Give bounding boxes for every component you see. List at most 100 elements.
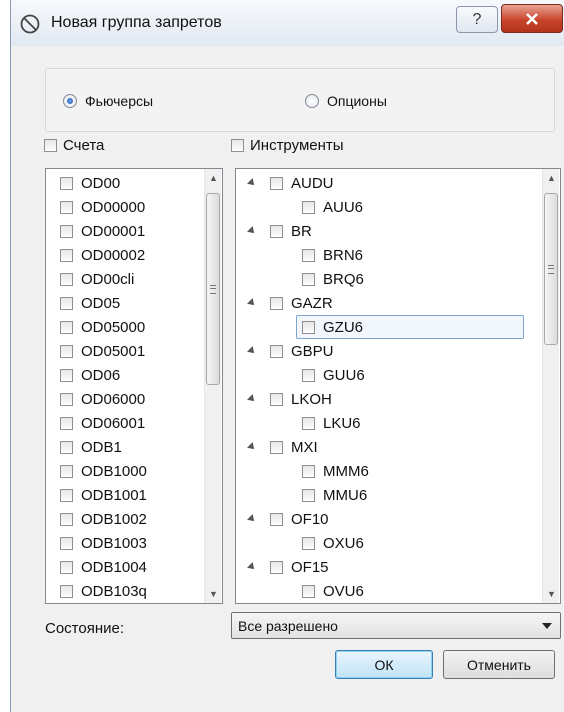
- accounts-select-all[interactable]: Счета: [44, 137, 104, 154]
- tree-child-item[interactable]: AUU6: [302, 195, 363, 219]
- tree-node-checkbox[interactable]: [270, 224, 283, 238]
- accounts-scrollbar[interactable]: ▲ ▼: [204, 169, 221, 603]
- state-dropdown[interactable]: Все разрешено: [231, 612, 561, 639]
- account-item-checkbox[interactable]: [60, 416, 73, 430]
- cancel-button[interactable]: Отменить: [443, 650, 555, 679]
- tree-node-checkbox[interactable]: [270, 392, 283, 406]
- tree-node[interactable]: BR: [247, 219, 312, 243]
- account-item-checkbox[interactable]: [60, 536, 73, 550]
- account-item[interactable]: OD00000: [60, 195, 145, 219]
- ok-button[interactable]: ОК: [335, 650, 433, 679]
- tree-child-checkbox[interactable]: [302, 320, 315, 334]
- tree-node[interactable]: OF15: [247, 555, 329, 579]
- help-button[interactable]: ?: [456, 6, 498, 33]
- tree-child-checkbox[interactable]: [302, 488, 315, 502]
- tree-child-item[interactable]: MMU6: [302, 483, 367, 507]
- tree-child-checkbox[interactable]: [302, 248, 315, 262]
- tree-node-checkbox[interactable]: [270, 560, 283, 574]
- account-item[interactable]: ODB1001: [60, 483, 147, 507]
- account-item-checkbox[interactable]: [60, 464, 73, 478]
- account-item-checkbox[interactable]: [60, 392, 73, 406]
- tree-child-checkbox[interactable]: [302, 368, 315, 382]
- account-item[interactable]: OD06000: [60, 387, 145, 411]
- account-item[interactable]: OD00: [60, 171, 120, 195]
- expand-arrow-icon[interactable]: [247, 514, 257, 524]
- account-item[interactable]: OD05000: [60, 315, 145, 339]
- accounts-scroll-down[interactable]: ▼: [205, 585, 222, 602]
- accounts-scroll-thumb[interactable]: [206, 193, 220, 385]
- tree-child-item[interactable]: LKU6: [302, 411, 361, 435]
- instruments-scroll-down[interactable]: ▼: [543, 585, 560, 602]
- account-item[interactable]: ODB1002: [60, 507, 147, 531]
- account-item-checkbox[interactable]: [60, 320, 73, 334]
- account-item-checkbox[interactable]: [60, 200, 73, 214]
- tree-child-item[interactable]: OVU6: [302, 579, 364, 603]
- accounts-scroll-up[interactable]: ▲: [205, 169, 222, 186]
- tree-child-item[interactable]: OXU6: [302, 531, 364, 555]
- account-item-checkbox[interactable]: [60, 512, 73, 526]
- account-item[interactable]: OD05: [60, 291, 120, 315]
- tree-node-checkbox[interactable]: [270, 176, 283, 190]
- radio-futures-indicator[interactable]: [63, 94, 77, 108]
- accounts-listbox[interactable]: ▲ ▼ OD00 OD00000 OD00001 OD00002 OD00cli OD05…: [45, 168, 223, 604]
- radio-options-indicator[interactable]: [305, 94, 319, 108]
- account-item[interactable]: OD00002: [60, 243, 145, 267]
- account-item-checkbox[interactable]: [60, 296, 73, 310]
- account-item[interactable]: ODB1004: [60, 555, 147, 579]
- account-item-checkbox[interactable]: [60, 560, 73, 574]
- tree-child-checkbox[interactable]: [302, 416, 315, 430]
- instruments-select-all[interactable]: Инструменты: [231, 137, 344, 154]
- tree-node-checkbox[interactable]: [270, 440, 283, 454]
- expand-arrow-icon[interactable]: [247, 394, 257, 404]
- expand-arrow-icon[interactable]: [247, 442, 257, 452]
- instruments-scroll-thumb[interactable]: [544, 193, 558, 345]
- account-item[interactable]: ODB103q: [60, 579, 147, 603]
- radio-options[interactable]: Опционы: [305, 93, 387, 109]
- instruments-scroll-up[interactable]: ▲: [543, 169, 560, 186]
- tree-child-checkbox[interactable]: [302, 272, 315, 286]
- tree-child-item[interactable]: GUU6: [302, 363, 365, 387]
- expand-arrow-icon[interactable]: [247, 346, 257, 356]
- account-item[interactable]: ODB1000: [60, 459, 147, 483]
- expand-arrow-icon[interactable]: [247, 178, 257, 188]
- radio-futures[interactable]: Фьючерсы: [63, 93, 153, 109]
- title-bar[interactable]: Новая группа запретов ?: [11, 0, 564, 46]
- tree-child-item[interactable]: BRN6: [302, 243, 363, 267]
- account-item[interactable]: ODB1003: [60, 531, 147, 555]
- tree-child-item[interactable]: MMM6: [302, 459, 369, 483]
- account-item[interactable]: OD00cli: [60, 267, 134, 291]
- account-item-checkbox[interactable]: [60, 248, 73, 262]
- close-button[interactable]: [501, 4, 563, 33]
- instruments-all-checkbox[interactable]: [231, 139, 244, 152]
- tree-node-checkbox[interactable]: [270, 296, 283, 310]
- tree-node[interactable]: LKOH: [247, 387, 332, 411]
- tree-node[interactable]: MXI: [247, 435, 318, 459]
- tree-node[interactable]: AUDU: [247, 171, 334, 195]
- tree-node[interactable]: OF10: [247, 507, 329, 531]
- instruments-scrollbar[interactable]: ▲ ▼: [542, 169, 559, 603]
- tree-node[interactable]: GAZR: [247, 291, 333, 315]
- account-item-checkbox[interactable]: [60, 368, 73, 382]
- tree-node-checkbox[interactable]: [270, 512, 283, 526]
- tree-node-checkbox[interactable]: [270, 344, 283, 358]
- instruments-tree[interactable]: ▲ ▼ AUDU AUU6 BR BRN6 BRQ6 GAZR GZU6 GBPU GUU6 LK…: [235, 168, 561, 604]
- account-item[interactable]: OD06: [60, 363, 120, 387]
- expand-arrow-icon[interactable]: [247, 562, 257, 572]
- account-item[interactable]: OD00001: [60, 219, 145, 243]
- account-item-checkbox[interactable]: [60, 440, 73, 454]
- expand-arrow-icon[interactable]: [247, 298, 257, 308]
- tree-node[interactable]: GBPU: [247, 339, 334, 363]
- tree-child-item[interactable]: GZU6: [302, 315, 363, 339]
- tree-child-checkbox[interactable]: [302, 200, 315, 214]
- tree-child-checkbox[interactable]: [302, 536, 315, 550]
- account-item-checkbox[interactable]: [60, 584, 73, 598]
- account-item[interactable]: ODB1: [60, 435, 122, 459]
- account-item-checkbox[interactable]: [60, 272, 73, 286]
- account-item-checkbox[interactable]: [60, 488, 73, 502]
- tree-child-checkbox[interactable]: [302, 584, 315, 598]
- tree-child-item[interactable]: BRQ6: [302, 267, 364, 291]
- account-item-checkbox[interactable]: [60, 176, 73, 190]
- expand-arrow-icon[interactable]: [247, 226, 257, 236]
- account-item[interactable]: OD06001: [60, 411, 145, 435]
- tree-child-checkbox[interactable]: [302, 464, 315, 478]
